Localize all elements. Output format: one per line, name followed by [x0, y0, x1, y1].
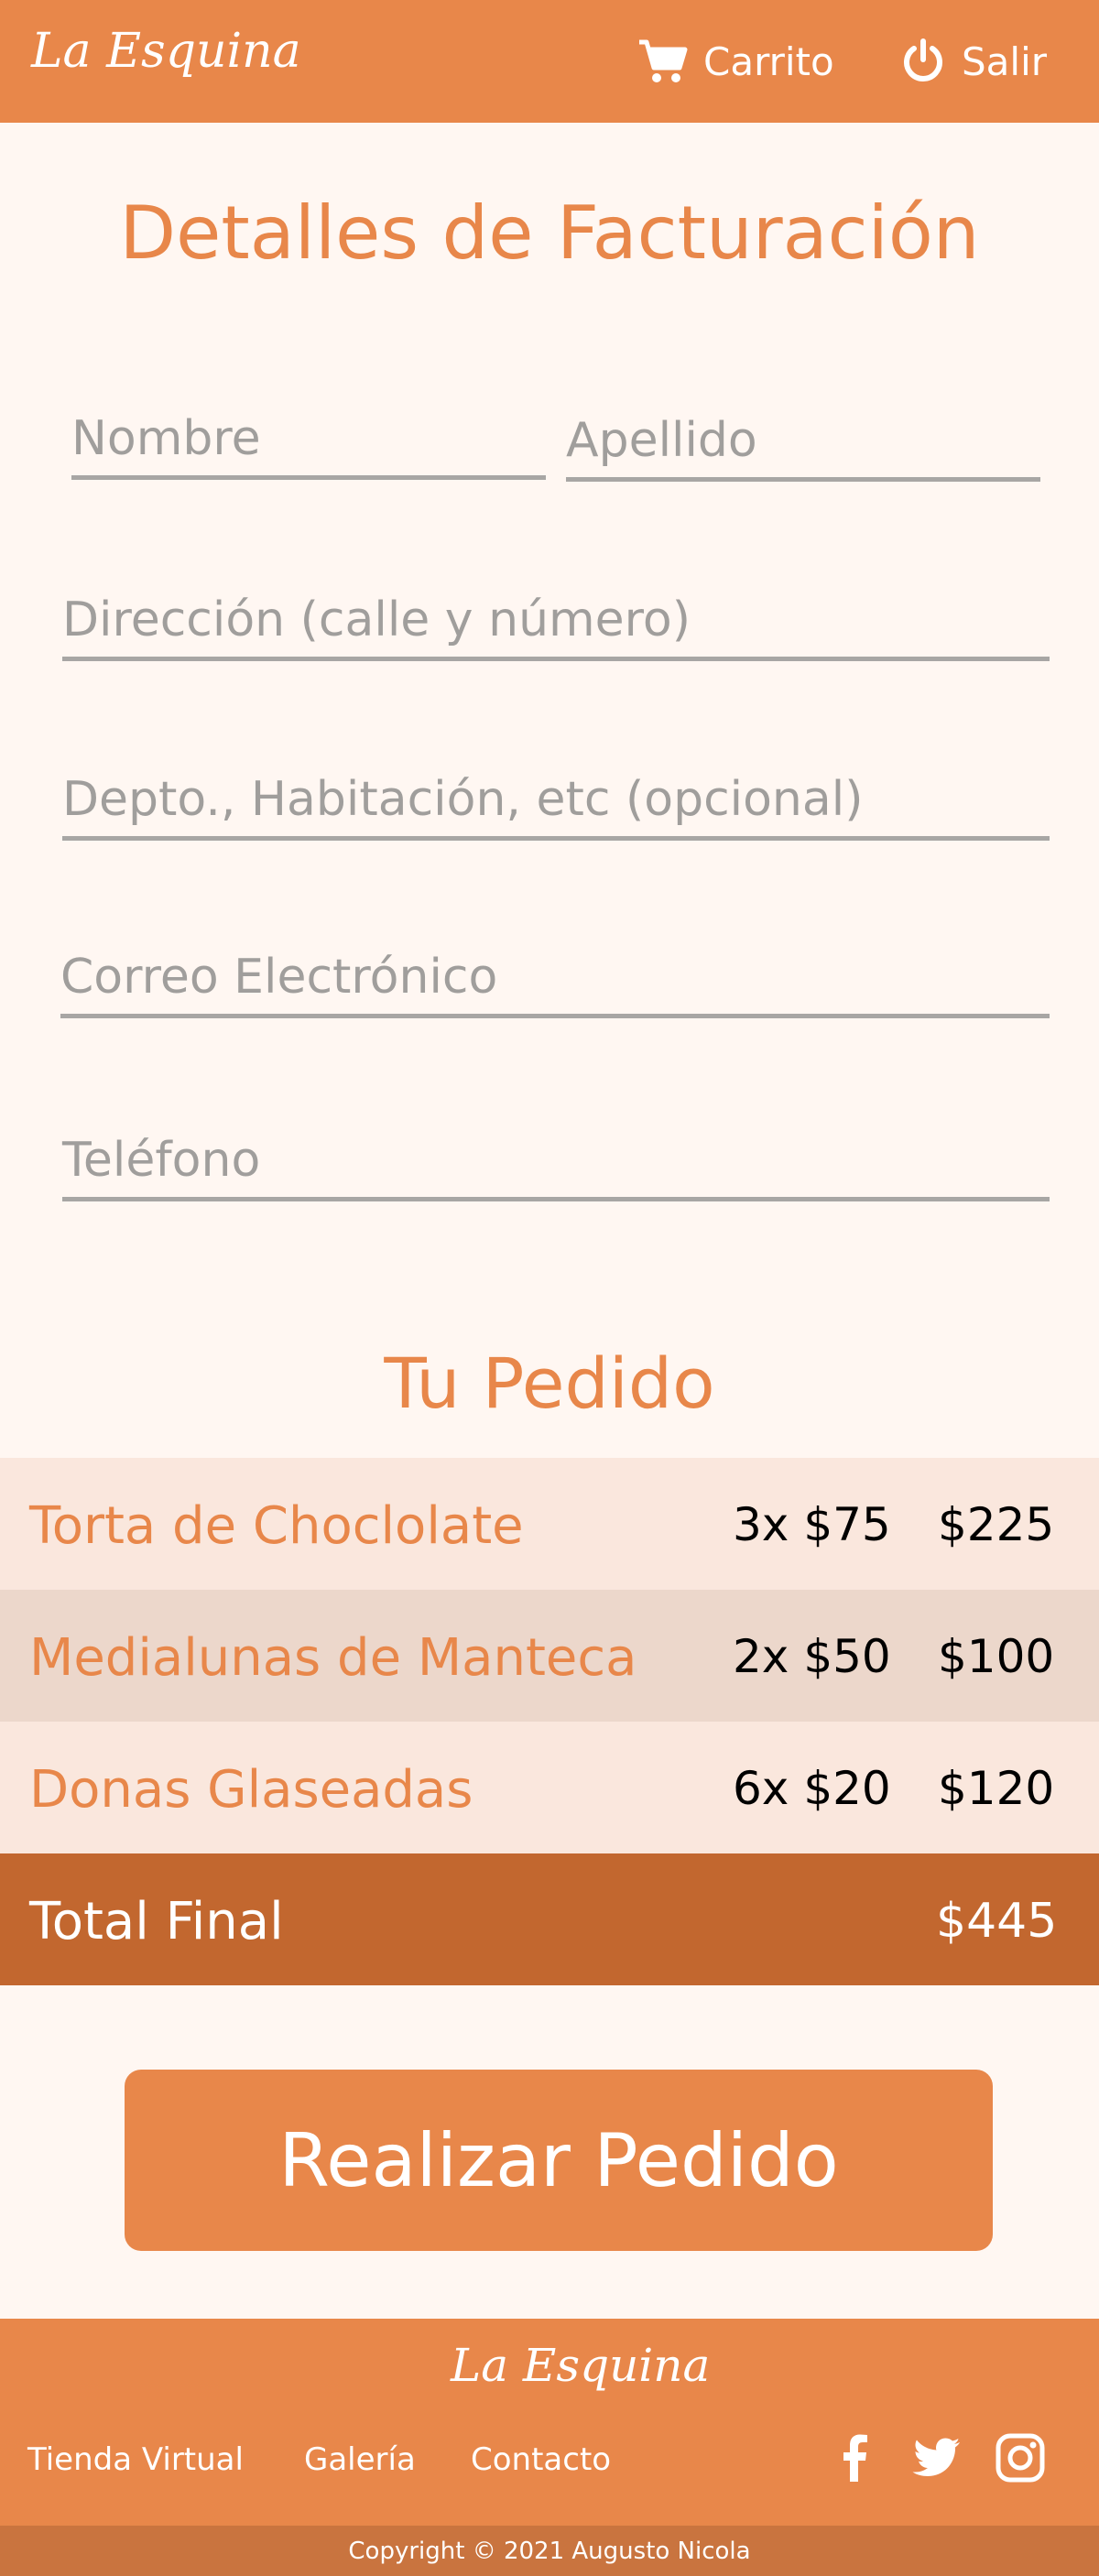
- top-nav-bar: La Esquina Carrito Salir: [0, 0, 1099, 123]
- item-qty: 3x: [733, 1498, 789, 1551]
- last-name-field[interactable]: Apellido: [566, 396, 1040, 482]
- facebook-icon[interactable]: [828, 2430, 883, 2485]
- footer-link-contact[interactable]: Contacto: [471, 2441, 611, 2478]
- first-name-field[interactable]: Nombre: [71, 394, 546, 480]
- item-unit-price: $20: [803, 1762, 891, 1815]
- order-total-row: Total Final $445: [0, 1853, 1099, 1985]
- apartment-placeholder: Depto., Habitación, etc (opcional): [62, 772, 864, 827]
- billing-title: Detalles de Facturación: [119, 190, 980, 276]
- logout-label: Salir: [962, 38, 1048, 84]
- email-placeholder: Correo Electrónico: [60, 950, 498, 1005]
- instagram-icon[interactable]: [993, 2430, 1048, 2485]
- item-qty-price: 6x $20: [733, 1762, 891, 1815]
- phone-placeholder: Teléfono: [62, 1133, 261, 1188]
- item-name: Medialunas de Manteca: [29, 1628, 637, 1688]
- copyright: Copyright © 2021 Augusto Nicola: [0, 2526, 1099, 2576]
- footer-link-store[interactable]: Tienda Virtual: [27, 2441, 244, 2478]
- footer: La Esquina Tienda Virtual Galería Contac…: [0, 2319, 1099, 2576]
- cart-link[interactable]: Carrito: [637, 35, 834, 88]
- item-total: $225: [938, 1498, 1055, 1551]
- place-order-button[interactable]: Realizar Pedido: [125, 2070, 993, 2251]
- phone-field[interactable]: Teléfono: [62, 1114, 1050, 1201]
- brand-logo[interactable]: La Esquina: [31, 24, 301, 79]
- item-qty-price: 2x $50: [733, 1630, 891, 1683]
- order-item-row: Medialunas de Manteca 2x $50 $100: [0, 1590, 1099, 1722]
- order-item-row: Donas Glaseadas 6x $20 $120: [0, 1722, 1099, 1853]
- item-total: $120: [938, 1762, 1055, 1815]
- twitter-icon[interactable]: [909, 2430, 963, 2485]
- item-total: $100: [938, 1630, 1055, 1683]
- cart-label: Carrito: [703, 38, 834, 84]
- item-unit-price: $50: [803, 1630, 891, 1683]
- last-name-placeholder: Apellido: [566, 413, 757, 468]
- order-item-row: Torta de Choclolate 3x $75 $225: [0, 1458, 1099, 1590]
- footer-logo[interactable]: La Esquina: [451, 2339, 710, 2392]
- cart-icon: [639, 39, 688, 82]
- power-icon: [904, 38, 942, 82]
- apartment-field[interactable]: Depto., Habitación, etc (opcional): [62, 753, 1050, 841]
- item-qty-price: 3x $75: [733, 1498, 891, 1551]
- first-name-placeholder: Nombre: [71, 411, 261, 466]
- address-placeholder: Dirección (calle y número): [62, 592, 691, 647]
- item-qty: 6x: [733, 1762, 789, 1815]
- email-field[interactable]: Correo Electrónico: [60, 930, 1050, 1018]
- footer-link-gallery[interactable]: Galería: [304, 2441, 416, 2478]
- item-name: Torta de Choclolate: [29, 1496, 524, 1556]
- order-title: Tu Pedido: [384, 1342, 715, 1424]
- item-unit-price: $75: [803, 1498, 891, 1551]
- total-value: $445: [936, 1894, 1058, 1949]
- item-qty: 2x: [733, 1630, 789, 1683]
- address-field[interactable]: Dirección (calle y número): [62, 573, 1050, 661]
- total-label: Total Final: [29, 1892, 284, 1951]
- item-name: Donas Glaseadas: [29, 1760, 473, 1820]
- logout-link[interactable]: Salir: [899, 35, 1047, 88]
